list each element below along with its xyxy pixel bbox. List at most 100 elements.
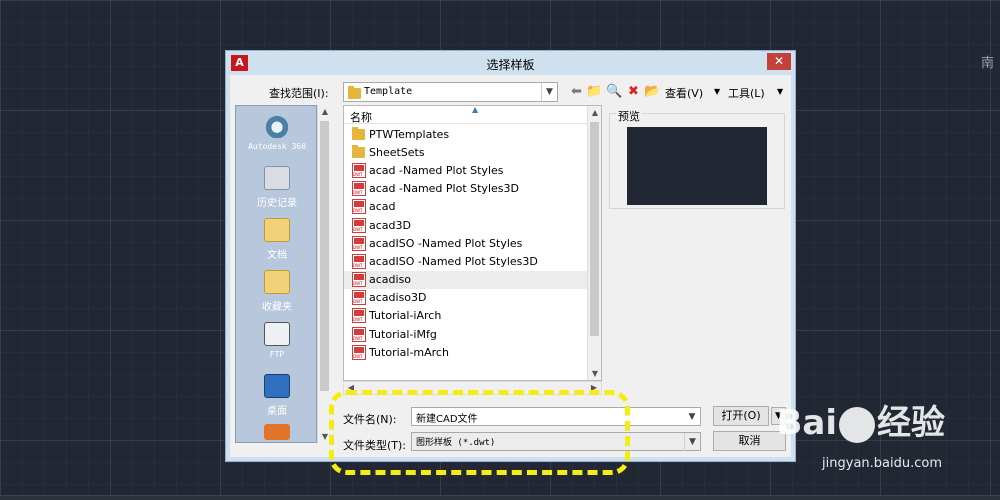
file-row[interactable]: acadiso [344,270,588,289]
dwt-file-icon [352,199,366,215]
file-rows: PTWTemplates SheetSets acad -Named Plot St… [344,125,588,361]
places-bar: Autodesk 360 历史记录 文档 收藏夹 FTP 桌面 [235,105,317,443]
desktop-icon [264,374,290,398]
file-list-scrollbar[interactable]: ▲ ▼ [587,106,601,380]
views-menu[interactable]: 查看(V) [665,85,703,101]
place-label: Autodesk 360 [248,142,306,151]
place-ftp[interactable]: FTP [236,322,318,359]
favorites-icon [264,270,290,294]
column-header-name[interactable]: 名称 ▲ [344,106,601,124]
folder-icon [348,86,361,99]
file-row[interactable]: acad -Named Plot Styles [344,161,588,179]
dwt-file-icon [352,326,366,342]
look-in-label: 查找范围(I): [269,87,329,100]
delete-icon[interactable]: ✖ [625,83,642,100]
search-web-icon[interactable]: 🔍 [606,83,623,100]
file-name: SheetSets [369,145,425,159]
file-name: acad [369,200,396,214]
file-list: 名称 ▲ PTWTemplates SheetSets acad -Named Pl… [343,105,602,381]
chevron-down-icon[interactable]: ▼ [684,408,700,426]
watermark-text: Bai [776,403,837,443]
places-scrollbar[interactable]: ▲ ▼ [317,105,331,443]
highlight-annotation [329,390,630,475]
file-row[interactable]: acad -Named Plot Styles3D [344,180,588,198]
file-name: acad -Named Plot Styles3D [369,182,519,196]
place-label: 文档 [267,250,287,261]
chevron-down-icon[interactable]: ▼ [541,83,557,101]
place-more[interactable] [236,424,318,444]
dialog-title: 选择样板 [486,58,535,72]
file-name: Tutorial-mArch [369,345,449,359]
place-history[interactable]: 历史记录 [236,166,318,209]
ftp-icon [264,322,290,346]
folder-icon [352,126,365,140]
file-row[interactable]: acad [344,198,588,216]
dwt-file-icon [352,235,366,251]
dwt-file-icon [352,217,366,233]
file-list-scroll-thumb[interactable] [590,122,599,336]
scroll-down-icon[interactable]: ▼ [588,369,601,378]
look-in-value: Template [364,86,413,97]
new-folder-icon[interactable]: 📂 [644,83,661,100]
watermark-url: jingyan.baidu.com [822,456,942,471]
close-button[interactable]: ✕ [767,53,791,70]
file-name: PTWTemplates [369,127,450,141]
place-label: 历史记录 [257,198,297,209]
place-label: FTP [269,350,285,359]
file-row[interactable]: acadISO -Named Plot Styles [344,234,588,252]
views-dropdown-icon[interactable]: ▼ [714,87,720,96]
baidu-watermark: Bai 经验 [776,395,945,444]
dwt-file-icon [352,253,366,269]
open-button[interactable]: 打开(O) [713,406,769,426]
dwt-file-icon [352,290,366,306]
dwt-file-icon [352,181,366,197]
place-desktop[interactable]: 桌面 [236,374,318,417]
dwt-file-icon [352,272,366,288]
watermark-text-right: 经验 [877,403,945,443]
place-label: 桌面 [267,406,287,417]
place-documents[interactable]: 文档 [236,218,318,261]
tools-menu[interactable]: 工具(L) [728,85,765,101]
paw-logo-icon [839,406,875,443]
sort-ascending-icon: ▲ [472,105,479,114]
file-row[interactable]: acadISO -Named Plot Styles3D [344,252,588,270]
cancel-button[interactable]: 取消 [713,431,786,451]
back-icon[interactable]: ⬅ [568,83,585,100]
file-row[interactable]: SheetSets [344,143,588,161]
places-scroll-thumb[interactable] [320,121,329,391]
file-row[interactable]: Tutorial-iArch [344,307,588,325]
look-in-combo[interactable]: Template ▼ [343,82,558,102]
scroll-up-icon[interactable]: ▲ [318,107,332,116]
place-favorites[interactable]: 收藏夹 [236,270,318,313]
dialog-titlebar[interactable]: A 选择样板 ✕ [226,51,795,75]
file-name: acad3D [369,218,411,232]
chevron-down-icon[interactable]: ▼ [684,433,700,451]
column-header-label: 名称 [350,111,372,124]
dwt-file-icon [352,162,366,178]
background-corner-text: 南 [980,56,994,71]
file-name: Tutorial-iMfg [369,327,437,341]
dwt-file-icon [352,308,366,324]
file-name: acadISO -Named Plot Styles3D [369,254,538,268]
scroll-up-icon[interactable]: ▲ [588,108,601,117]
preview-label: 预览 [616,108,642,124]
cloud-icon [264,114,290,138]
file-row[interactable]: acadiso3D [344,289,588,307]
file-name: acadISO -Named Plot Styles [369,236,523,250]
file-row[interactable]: acad3D [344,216,588,234]
documents-icon [264,218,290,242]
file-name: Tutorial-iArch [369,309,442,323]
history-icon [264,166,290,190]
place-label: 收藏夹 [262,302,292,313]
file-row[interactable]: PTWTemplates [344,125,588,143]
place-autodesk-360[interactable]: Autodesk 360 [236,114,318,151]
tools-dropdown-icon[interactable]: ▼ [777,87,783,96]
file-name: acadiso [369,273,412,287]
file-row[interactable]: Tutorial-iMfg [344,325,588,343]
file-name: acadiso3D [369,291,427,305]
file-name: acad -Named Plot Styles [369,163,504,177]
folder-icon [352,144,365,158]
up-folder-icon[interactable]: 📁 [586,83,603,100]
file-row[interactable]: Tutorial-mArch [344,343,588,361]
command-line-strip [0,495,1000,500]
